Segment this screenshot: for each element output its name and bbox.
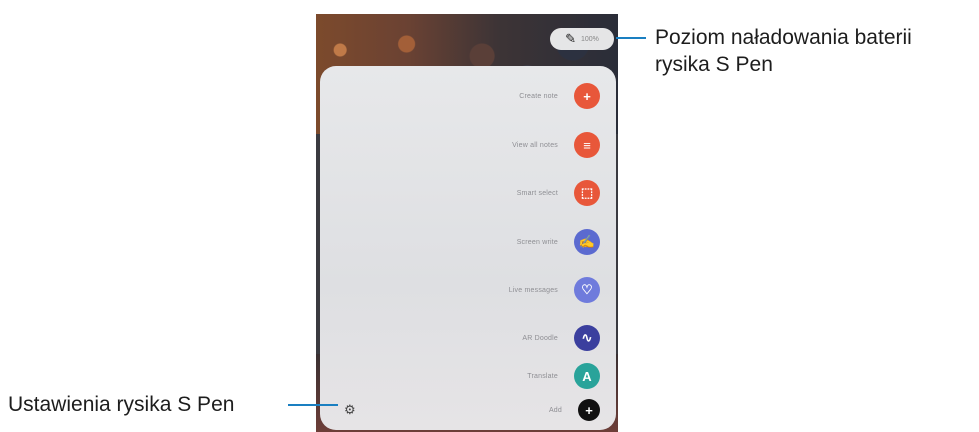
battery-callout-line	[616, 37, 646, 39]
menu-item-label: Smart select	[516, 189, 558, 197]
menu-item-screen-write[interactable]: Screen write ✍	[320, 228, 616, 256]
settings-callout-label: Ustawienia rysika S Pen	[8, 393, 235, 416]
heart-message-icon: ♡	[574, 277, 600, 303]
menu-item-ar-doodle[interactable]: AR Doodle ∿	[320, 324, 616, 352]
phone-screenshot: ✎ 100% Create note + View all notes ≡ Sm…	[316, 14, 618, 432]
spen-icon: ✎	[565, 31, 576, 46]
air-command-panel: Create note + View all notes ≡ Smart sel…	[320, 66, 616, 430]
menu-item-label: View all notes	[512, 141, 558, 149]
translate-icon: A	[574, 363, 600, 389]
add-icon: +	[578, 399, 600, 421]
menu-item-label: Add	[548, 406, 562, 414]
menu-item-label: AR Doodle	[522, 334, 558, 342]
plus-note-icon: +	[574, 83, 600, 109]
gear-icon[interactable]: ⚙	[344, 402, 356, 418]
menu-item-label: Translate	[527, 372, 558, 380]
menu-item-view-all-notes[interactable]: View all notes ≡	[320, 131, 616, 159]
settings-callout-line	[288, 404, 338, 406]
menu-item-live-messages[interactable]: Live messages ♡	[320, 276, 616, 304]
menu-item-label: Live messages	[508, 286, 558, 294]
battery-callout-line1: Poziom naładowania baterii	[655, 26, 912, 49]
menu-item-smart-select[interactable]: Smart select ⬚	[320, 179, 616, 207]
menu-item-translate[interactable]: Translate A	[320, 362, 616, 390]
menu-item-label: Create note	[519, 92, 558, 100]
menu-item-add[interactable]: Add +	[320, 396, 616, 424]
spen-battery-indicator[interactable]: ✎ 100%	[550, 28, 614, 50]
ar-doodle-icon: ∿	[574, 325, 600, 351]
battery-percent: 100%	[581, 35, 599, 43]
notes-icon: ≡	[574, 132, 600, 158]
battery-callout-line2: rysika S Pen	[655, 53, 773, 76]
smart-select-icon: ⬚	[574, 180, 600, 206]
menu-item-create-note[interactable]: Create note +	[320, 82, 616, 110]
screen-write-icon: ✍	[574, 229, 600, 255]
menu-item-label: Screen write	[516, 238, 558, 246]
